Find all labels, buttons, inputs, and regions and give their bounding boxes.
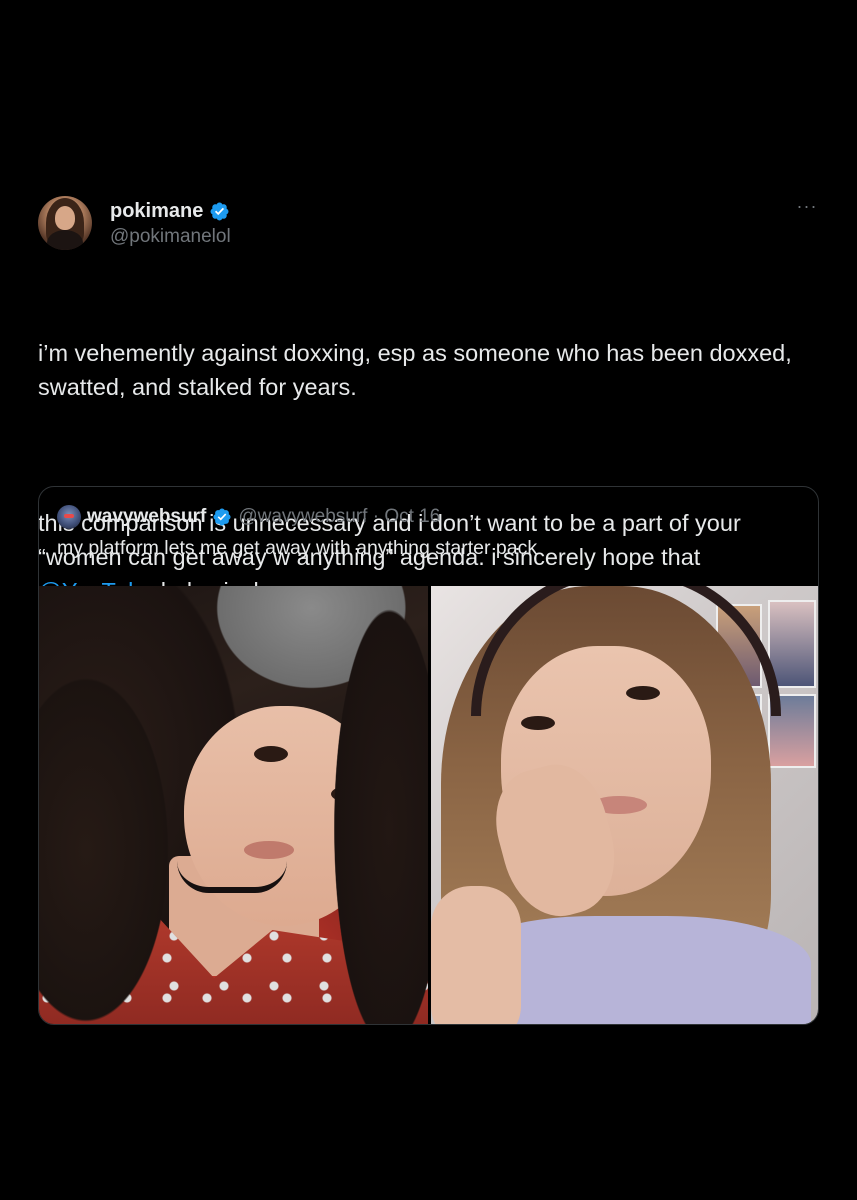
author-display-name[interactable]: pokimane	[110, 200, 203, 223]
photo-right[interactable]	[431, 586, 818, 1024]
quoted-tweet-text: my platform lets me get away with anythi…	[57, 537, 538, 559]
quoted-verified-badge-icon	[213, 508, 231, 526]
display-name-row: pokimane	[110, 198, 231, 224]
quoted-tweet-media	[39, 586, 818, 1024]
quoted-author-display-name[interactable]: wavywebsurf	[87, 506, 206, 528]
photo-left[interactable]	[39, 586, 428, 1024]
author-handle[interactable]: @pokimanelol	[110, 226, 231, 248]
photo-right-eye-2	[626, 686, 660, 700]
tweet-header: pokimane @pokimanelol ···	[38, 192, 819, 252]
verified-badge-icon	[210, 202, 229, 220]
tweet-text-paragraph-1: i’m vehemently against doxxing, esp as s…	[38, 340, 799, 400]
author-avatar[interactable]	[38, 196, 92, 250]
author-name-block: pokimane @pokimanelol	[110, 198, 231, 248]
quoted-tweet-header: wavywebsurf @wavywebsurf · Oct 16	[57, 504, 440, 530]
quoted-author-avatar[interactable]	[57, 505, 81, 529]
quoted-tweet[interactable]: wavywebsurf @wavywebsurf · Oct 16 my pla…	[38, 486, 819, 1025]
avatar-body	[47, 230, 83, 250]
more-options-icon[interactable]: ···	[795, 197, 819, 222]
photo-left-hair-strands	[39, 586, 428, 1024]
photo-right-eye-1	[521, 716, 555, 730]
photo-right-arm	[431, 886, 521, 1024]
avatar-face	[55, 206, 75, 230]
quoted-author-handle-and-date[interactable]: @wavywebsurf · Oct 16	[238, 506, 440, 528]
